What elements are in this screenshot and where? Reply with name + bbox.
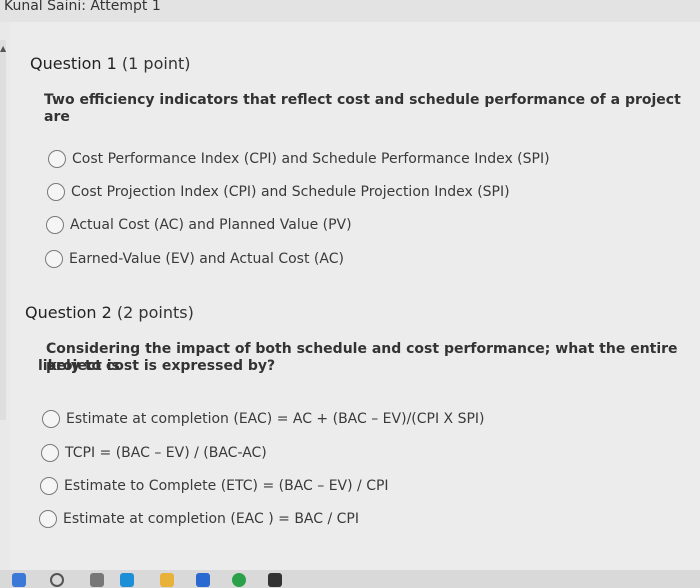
option-label: Cost Projection Index (CPI) and Schedule…: [71, 184, 510, 200]
radio-button[interactable]: [47, 183, 65, 201]
explorer-icon[interactable]: [160, 573, 174, 587]
store-icon[interactable]: [196, 573, 210, 587]
radio-button[interactable]: [48, 150, 66, 168]
question-1-option-3[interactable]: Actual Cost (AC) and Planned Value (PV): [46, 216, 352, 234]
option-label: Estimate at completion (EAC ) = BAC / CP…: [63, 511, 359, 527]
option-label: Actual Cost (AC) and Planned Value (PV): [70, 217, 352, 233]
task-icon[interactable]: [90, 573, 104, 587]
windows-icon[interactable]: [12, 573, 26, 587]
radio-button[interactable]: [46, 216, 64, 234]
radio-button[interactable]: [40, 477, 58, 495]
option-label: Earned-Value (EV) and Actual Cost (AC): [69, 251, 344, 267]
question-2-prompt-line-2: likely to cost is expressed by?: [38, 358, 276, 374]
chrome-icon[interactable]: [232, 573, 246, 587]
scrollbar[interactable]: [0, 40, 6, 420]
option-label: Estimate at completion (EAC) = AC + (BAC…: [66, 411, 485, 427]
option-label: TCPI = (BAC – EV) / (BAC-AC): [65, 445, 267, 461]
question-2-option-4[interactable]: Estimate at completion (EAC ) = BAC / CP…: [39, 510, 359, 528]
scroll-up-icon[interactable]: ▲: [0, 44, 6, 53]
app-icon[interactable]: [268, 573, 282, 587]
question-1-prompt: Two efficiency indicators that reflect c…: [44, 92, 681, 125]
question-2-option-3[interactable]: Estimate to Complete (ETC) = (BAC – EV) …: [40, 477, 389, 495]
taskbar: [0, 570, 700, 588]
question-2-option-1[interactable]: Estimate at completion (EAC) = AC + (BAC…: [42, 410, 485, 428]
question-2-number: Question 2: [25, 303, 112, 322]
question-1-option-2[interactable]: Cost Projection Index (CPI) and Schedule…: [47, 183, 510, 201]
question-1-option-1[interactable]: Cost Performance Index (CPI) and Schedul…: [48, 150, 550, 168]
question-1-number: Question 1: [30, 54, 117, 73]
quiz-panel: Question 1 (1 point) Two efficiency indi…: [10, 22, 700, 570]
search-icon[interactable]: [50, 573, 64, 587]
radio-button[interactable]: [45, 250, 63, 268]
question-2-points: (2 points): [116, 303, 194, 322]
option-label: Cost Performance Index (CPI) and Schedul…: [72, 151, 550, 167]
question-1-points: (1 point): [121, 54, 191, 73]
radio-button[interactable]: [42, 410, 60, 428]
question-1-header: Question 1 (1 point): [30, 54, 190, 73]
question-2-option-2[interactable]: TCPI = (BAC – EV) / (BAC-AC): [41, 444, 267, 462]
window-title-bar: Kunal Saini: Attempt 1: [0, 0, 700, 22]
option-label: Estimate to Complete (ETC) = (BAC – EV) …: [64, 478, 389, 494]
question-2-header: Question 2 (2 points): [25, 303, 194, 322]
radio-button[interactable]: [41, 444, 59, 462]
edge-icon[interactable]: [120, 573, 134, 587]
attempt-title: Kunal Saini: Attempt 1: [4, 0, 161, 14]
question-1-option-4[interactable]: Earned-Value (EV) and Actual Cost (AC): [45, 250, 344, 268]
radio-button[interactable]: [39, 510, 57, 528]
